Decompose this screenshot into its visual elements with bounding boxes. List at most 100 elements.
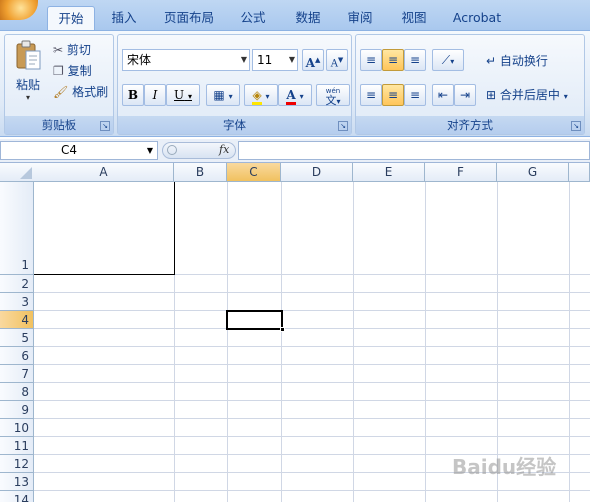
baidu-watermark: Baidu经验: [452, 455, 557, 479]
chevron-down-icon: ▾: [265, 92, 270, 101]
tab-page-layout[interactable]: 页面布局: [154, 6, 224, 30]
font-name-combo[interactable]: 宋体 ▼: [122, 49, 250, 71]
row-header-2[interactable]: 2: [0, 275, 34, 293]
formula-bar: C4 ▼ fx: [0, 139, 590, 163]
row-header-12[interactable]: 12: [0, 455, 34, 473]
tab-home[interactable]: 开始: [47, 6, 95, 30]
format-painter-button[interactable]: 🖌 格式刷: [53, 83, 108, 101]
expand-handle-icon[interactable]: [167, 145, 177, 155]
row-header-1[interactable]: 1: [0, 182, 34, 275]
tab-view[interactable]: 视图: [390, 6, 438, 30]
row-header-8[interactable]: 8: [0, 383, 34, 401]
underline-button[interactable]: U ▾: [166, 84, 200, 106]
paste-dropdown-icon: ▾: [25, 93, 30, 102]
alignment-launcher-icon[interactable]: ↘: [571, 121, 581, 131]
formula-input[interactable]: [238, 141, 590, 160]
font-color-button[interactable]: A ▾: [278, 84, 312, 106]
tab-review[interactable]: 审阅: [336, 6, 384, 30]
column-header-d[interactable]: D: [281, 163, 353, 182]
formula-tools: fx: [162, 142, 236, 159]
italic-button[interactable]: I: [144, 84, 166, 106]
cut-button[interactable]: ✂ 剪切: [53, 41, 91, 59]
font-group-label: 字体: [118, 116, 351, 134]
align-bottom-button[interactable]: ≡: [404, 49, 426, 71]
column-header-b[interactable]: B: [174, 163, 227, 182]
font-launcher-icon[interactable]: ↘: [338, 121, 348, 131]
cell-a1[interactable]: [34, 182, 175, 275]
gridline: [34, 400, 590, 401]
column-header-partial[interactable]: [569, 163, 590, 182]
merge-cells-icon: ⊞: [486, 88, 497, 102]
format-painter-icon: 🖌: [53, 85, 69, 99]
gridline: [34, 436, 590, 437]
wrap-text-icon: ↵: [486, 54, 497, 68]
paste-button[interactable]: 粘贴 ▾: [9, 39, 47, 111]
align-left-button[interactable]: ≡: [360, 84, 382, 106]
office-button[interactable]: [0, 0, 38, 20]
column-header-e[interactable]: E: [353, 163, 425, 182]
bold-button[interactable]: B: [122, 84, 144, 106]
increase-indent-button[interactable]: ⇥: [454, 84, 476, 106]
row-header-4[interactable]: 4: [0, 311, 34, 329]
clipboard-launcher-icon[interactable]: ↘: [100, 121, 110, 131]
fill-handle[interactable]: [280, 327, 285, 332]
name-box[interactable]: C4 ▼: [0, 141, 158, 160]
row-header-6[interactable]: 6: [0, 347, 34, 365]
column-header-c[interactable]: C: [227, 163, 281, 182]
borders-button[interactable]: ▦ ▾: [206, 84, 240, 106]
active-cell-c4[interactable]: [226, 310, 283, 330]
alignment-group-label: 对齐方式: [356, 116, 584, 134]
gridline: [34, 310, 590, 311]
fill-color-button[interactable]: ◈ ▾: [244, 84, 278, 106]
phonetic-guide-button[interactable]: wén 文▾: [316, 84, 350, 106]
copy-button[interactable]: ❐ 复制: [53, 62, 92, 80]
ribbon-tab-bar: 开始 插入 页面布局 公式 数据 审阅 视图 Acrobat: [0, 0, 590, 30]
wrap-text-button[interactable]: ↵ 自动换行: [486, 51, 548, 71]
paste-icon: [16, 40, 41, 70]
row-header-13[interactable]: 13: [0, 473, 34, 491]
merge-center-button[interactable]: ⊞ 合并后居中 ▾: [486, 85, 568, 105]
column-header-a[interactable]: A: [34, 163, 174, 182]
tab-data[interactable]: 数据: [284, 6, 332, 30]
orientation-button[interactable]: ⟋▾: [432, 49, 464, 71]
column-header-g[interactable]: G: [497, 163, 569, 182]
underline-glyph: U: [174, 88, 185, 102]
font-group: 宋体 ▼ 11 ▼ A▲ A▼ B I U ▾ ▦ ▾ ◈ ▾ A ▾ wén 文…: [117, 34, 352, 135]
column-header-f[interactable]: F: [425, 163, 497, 182]
row-header-10[interactable]: 10: [0, 419, 34, 437]
decrease-indent-button[interactable]: ⇤: [432, 84, 454, 106]
chevron-down-icon: ▾: [450, 57, 455, 66]
insert-function-icon[interactable]: fx: [219, 143, 229, 156]
tab-acrobat[interactable]: Acrobat: [444, 6, 510, 30]
grow-font-button[interactable]: A▲: [302, 49, 324, 71]
font-name-value: 宋体: [127, 53, 152, 67]
row-header-14[interactable]: 14: [0, 491, 34, 502]
worksheet-grid[interactable]: A B C D E F G 1 2 3 4 5 6 7 8 9 10 11 12…: [0, 163, 590, 502]
chevron-down-icon: ▼: [146, 146, 153, 155]
tab-insert[interactable]: 插入: [100, 6, 148, 30]
ribbon: 粘贴 ▾ ✂ 剪切 ❐ 复制 🖌 格式刷 剪贴板 ↘ 宋体 ▼ 11 ▼ A▲ …: [0, 30, 590, 137]
row-header-3[interactable]: 3: [0, 293, 34, 311]
align-middle-button[interactable]: ≡: [382, 49, 404, 71]
gridline: [34, 418, 590, 419]
align-center-button[interactable]: ≡: [382, 84, 404, 106]
align-right-button[interactable]: ≡: [404, 84, 426, 106]
row-header-11[interactable]: 11: [0, 437, 34, 455]
chevron-down-icon: ▼: [240, 55, 247, 64]
select-all-corner[interactable]: [0, 163, 35, 182]
font-size-combo[interactable]: 11 ▼: [252, 49, 298, 71]
tab-formulas[interactable]: 公式: [228, 6, 278, 30]
align-top-button[interactable]: ≡: [360, 49, 382, 71]
alignment-group: ≡ ≡ ≡ ⟋▾ ↵ 自动换行 ≡ ≡ ≡ ⇤ ⇥ ⊞ 合并后居中 ▾ 对齐方式…: [355, 34, 585, 135]
clipboard-group: 粘贴 ▾ ✂ 剪切 ❐ 复制 🖌 格式刷 剪贴板 ↘: [4, 34, 114, 135]
row-header-5[interactable]: 5: [0, 329, 34, 347]
chevron-down-icon: ▾: [299, 92, 304, 101]
align-middle-icon: ≡: [387, 53, 399, 67]
row-header-9[interactable]: 9: [0, 401, 34, 419]
chevron-down-icon: ▾: [228, 92, 233, 101]
phonetic-glyph: 文: [325, 94, 337, 107]
shrink-font-button[interactable]: A▼: [326, 49, 348, 71]
border-icon: ▦: [213, 88, 225, 102]
row-header-7[interactable]: 7: [0, 365, 34, 383]
text-orientation-icon: ⟋: [441, 53, 451, 67]
